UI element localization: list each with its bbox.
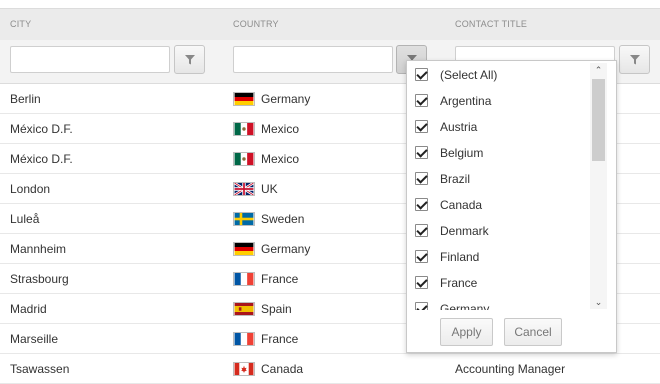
city-cell: Madrid — [10, 302, 47, 316]
country-cell: Germany — [261, 242, 311, 256]
germany-flag-icon — [233, 92, 255, 106]
filter-option-label: Canada — [440, 198, 483, 212]
filter-option-label: Finland — [440, 250, 480, 264]
country-cell: Mexico — [261, 122, 300, 136]
country-cell: France — [261, 332, 299, 346]
checkbox-checked-icon[interactable] — [415, 172, 428, 185]
checkbox-checked-icon[interactable] — [415, 250, 428, 263]
filter-option[interactable]: Austria — [407, 114, 607, 140]
city-cell: Berlin — [10, 92, 41, 106]
germany-flag-icon — [233, 242, 255, 256]
contact-title-cell: Accounting Manager — [455, 362, 566, 376]
city-cell: Marseille — [10, 332, 59, 346]
scrollbar-thumb[interactable] — [592, 79, 605, 161]
filter-option[interactable]: Germany — [407, 296, 607, 310]
contact-title-filter-button[interactable] — [619, 45, 650, 74]
country-cell: Sweden — [261, 212, 305, 226]
column-header-city[interactable]: City — [10, 9, 31, 41]
checkbox-checked-icon[interactable] — [415, 94, 428, 107]
table-row[interactable]: Tsawassen Canada Accounting Manager — [0, 354, 660, 384]
country-cell: Spain — [261, 302, 292, 316]
france-flag-icon — [233, 272, 255, 286]
chevron-up-icon[interactable]: ⌃ — [590, 63, 607, 77]
filter-list-scrollbar[interactable]: ⌃ ⌄ — [590, 63, 607, 309]
canada-flag-icon — [233, 362, 255, 376]
country-cell: France — [261, 272, 299, 286]
france-flag-icon — [233, 332, 255, 346]
checkbox-checked-icon[interactable] — [415, 302, 428, 310]
filter-options-list[interactable]: (Select All) Argentina Austria Belgium B… — [407, 61, 607, 310]
spain-flag-icon — [233, 302, 255, 316]
chevron-down-icon[interactable]: ⌄ — [590, 295, 607, 309]
city-cell: México D.F. — [10, 152, 73, 166]
city-cell: Mannheim — [10, 242, 67, 256]
city-filter-button[interactable] — [174, 45, 205, 74]
column-header-contact-title[interactable]: Contact Title — [455, 9, 527, 41]
mexico-flag-icon — [233, 152, 255, 166]
filter-option[interactable]: Brazil — [407, 166, 607, 192]
checkbox-checked-icon[interactable] — [415, 68, 428, 81]
filter-icon — [184, 54, 195, 64]
filter-option[interactable]: Argentina — [407, 88, 607, 114]
apply-button[interactable]: Apply — [440, 318, 493, 346]
filter-option-label: France — [440, 276, 478, 290]
country-cell: UK — [261, 182, 278, 196]
filter-option-label: Denmark — [440, 224, 489, 238]
country-filter-input[interactable] — [233, 46, 393, 73]
filter-option[interactable]: Finland — [407, 244, 607, 270]
filter-option[interactable]: Canada — [407, 192, 607, 218]
filter-option-label: Germany — [440, 302, 490, 310]
filter-option-select-all[interactable]: (Select All) — [407, 62, 607, 88]
city-filter-input[interactable] — [10, 46, 170, 73]
uk-flag-icon — [233, 182, 255, 196]
filter-option-label: (Select All) — [440, 68, 498, 82]
city-cell: Strasbourg — [10, 272, 69, 286]
checkbox-checked-icon[interactable] — [415, 120, 428, 133]
cancel-button[interactable]: Cancel — [504, 318, 562, 346]
city-cell: London — [10, 182, 51, 196]
filter-option-label: Argentina — [440, 94, 492, 108]
checkbox-checked-icon[interactable] — [415, 276, 428, 289]
checkbox-checked-icon[interactable] — [415, 198, 428, 211]
country-cell: Canada — [261, 362, 304, 376]
column-header-country[interactable]: Country — [233, 9, 279, 41]
filter-option-label: Brazil — [440, 172, 471, 186]
filter-option[interactable]: Denmark — [407, 218, 607, 244]
city-cell: Tsawassen — [10, 362, 70, 376]
city-cell: Luleå — [10, 212, 40, 226]
country-filter-menu: (Select All) Argentina Austria Belgium B… — [406, 60, 617, 353]
filter-option[interactable]: France — [407, 270, 607, 296]
checkbox-checked-icon[interactable] — [415, 224, 428, 237]
filter-option[interactable]: Belgium — [407, 140, 607, 166]
data-grid: City Country Contact Title Berlin German… — [0, 0, 660, 384]
grid-header: City Country Contact Title — [0, 8, 660, 40]
country-cell: Germany — [261, 92, 311, 106]
filter-option-label: Austria — [440, 120, 478, 134]
city-cell: México D.F. — [10, 122, 73, 136]
checkbox-checked-icon[interactable] — [415, 146, 428, 159]
mexico-flag-icon — [233, 122, 255, 136]
country-cell: Mexico — [261, 152, 300, 166]
filter-icon — [629, 54, 640, 64]
filter-option-label: Belgium — [440, 146, 484, 160]
sweden-flag-icon — [233, 212, 255, 226]
